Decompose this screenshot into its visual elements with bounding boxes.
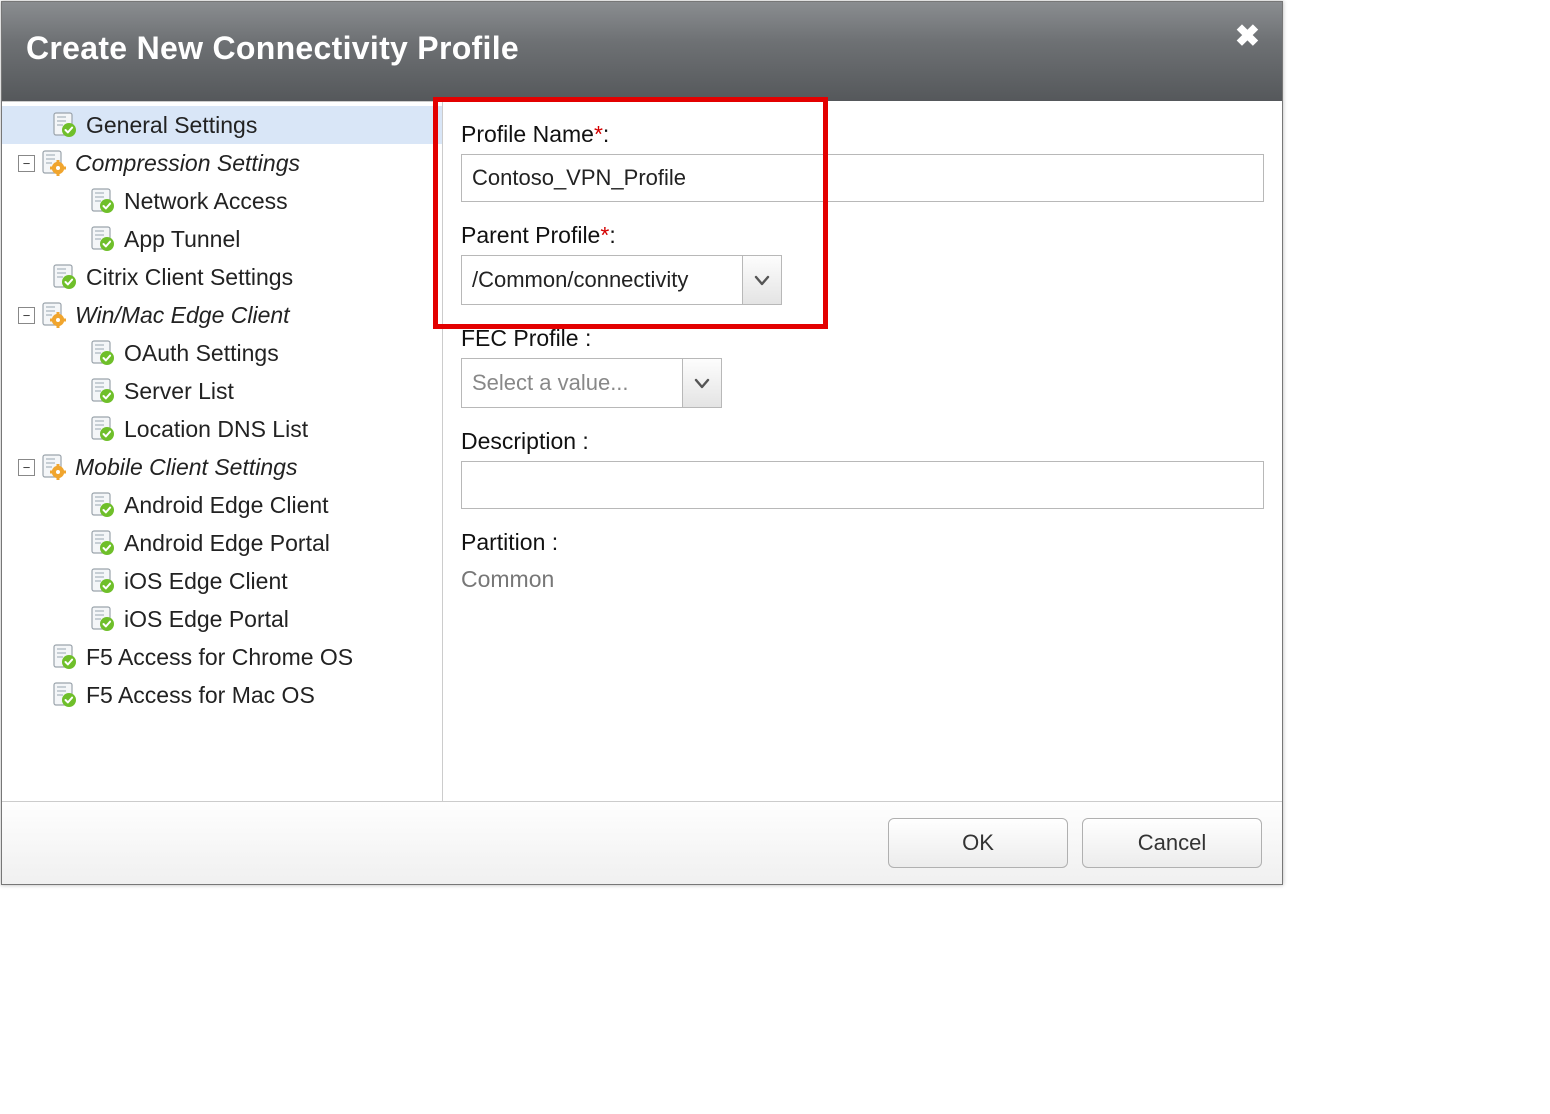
tree-item-network-access[interactable]: Network Access: [2, 182, 442, 220]
tree-item-label: F5 Access for Mac OS: [86, 682, 315, 709]
settings-tree: General Settings − Compression Settings Net…: [2, 101, 443, 801]
label-parent-profile: Parent Profile*:: [461, 222, 1264, 249]
label-partition: Partition :: [461, 529, 1264, 556]
page-gear-icon: [41, 454, 67, 480]
tree-item-android-edge-client[interactable]: Android Edge Client: [2, 486, 442, 524]
field-profile-name: Profile Name*:: [461, 121, 1264, 202]
page-check-icon: [90, 226, 116, 252]
tree-item-label: iOS Edge Portal: [124, 606, 289, 633]
tree-item-label: Network Access: [124, 188, 288, 215]
expander-icon[interactable]: −: [18, 307, 35, 324]
tree-item-label: Server List: [124, 378, 234, 405]
tree-item-label: Android Edge Portal: [124, 530, 330, 557]
tree-item-label: Win/Mac Edge Client: [75, 302, 290, 329]
tree-item-label: Compression Settings: [75, 150, 300, 177]
tree-item-mobile-client[interactable]: − Mobile Client Settings: [2, 448, 442, 486]
parent-profile-dropdown[interactable]: /Common/connectivity: [461, 255, 782, 305]
tree-item-general-settings[interactable]: General Settings: [2, 106, 442, 144]
expander-icon[interactable]: −: [18, 155, 35, 172]
page-gear-icon: [41, 150, 67, 176]
page-check-icon: [52, 112, 78, 138]
label-profile-name-text: Profile Name: [461, 121, 594, 147]
cancel-button[interactable]: Cancel: [1082, 818, 1262, 868]
tree-item-label: Location DNS List: [124, 416, 308, 443]
tree-item-app-tunnel[interactable]: App Tunnel: [2, 220, 442, 258]
page-check-icon: [90, 378, 116, 404]
profile-name-input[interactable]: [461, 154, 1264, 202]
tree-item-f5-mac[interactable]: F5 Access for Mac OS: [2, 676, 442, 714]
tree-item-ios-edge-portal[interactable]: iOS Edge Portal: [2, 600, 442, 638]
page-check-icon: [90, 188, 116, 214]
label-description: Description :: [461, 428, 1264, 455]
page-check-icon: [90, 416, 116, 442]
field-description: Description :: [461, 428, 1264, 509]
tree-item-label: App Tunnel: [124, 226, 240, 253]
label-fec-profile: FEC Profile :: [461, 325, 1264, 352]
chevron-down-icon[interactable]: [682, 359, 721, 407]
page-check-icon: [90, 568, 116, 594]
tree-item-f5-chrome[interactable]: F5 Access for Chrome OS: [2, 638, 442, 676]
field-fec-profile: FEC Profile : Select a value...: [461, 325, 1264, 408]
tree-item-compression-settings[interactable]: − Compression Settings: [2, 144, 442, 182]
dialog-header: Create New Connectivity Profile ✖: [2, 2, 1282, 101]
tree-item-winmac-edge[interactable]: − Win/Mac Edge Client: [2, 296, 442, 334]
page-check-icon: [90, 606, 116, 632]
dialog: Create New Connectivity Profile ✖ Genera…: [1, 1, 1283, 885]
tree-item-oauth-settings[interactable]: OAuth Settings: [2, 334, 442, 372]
tree-item-label: iOS Edge Client: [124, 568, 288, 595]
tree-item-label: OAuth Settings: [124, 340, 279, 367]
page-check-icon: [52, 682, 78, 708]
general-settings-panel: Profile Name*: Parent Profile*: /Common/…: [443, 101, 1282, 801]
ok-button[interactable]: OK: [888, 818, 1068, 868]
tree-item-location-dns[interactable]: Location DNS List: [2, 410, 442, 448]
page-check-icon: [90, 530, 116, 556]
tree-item-server-list[interactable]: Server List: [2, 372, 442, 410]
label-fec-profile-text: FEC Profile: [461, 325, 579, 351]
tree-item-label: F5 Access for Chrome OS: [86, 644, 353, 671]
page-check-icon: [52, 644, 78, 670]
parent-profile-value: /Common/connectivity: [462, 256, 742, 304]
partition-value: Common: [461, 562, 1264, 593]
tree-item-label: Citrix Client Settings: [86, 264, 293, 291]
fec-profile-dropdown[interactable]: Select a value...: [461, 358, 722, 408]
expander-icon[interactable]: −: [18, 459, 35, 476]
page-gear-icon: [41, 302, 67, 328]
field-partition: Partition : Common: [461, 529, 1264, 593]
dialog-footer: OK Cancel: [2, 801, 1282, 884]
dialog-body: General Settings − Compression Settings Net…: [2, 101, 1282, 801]
page-check-icon: [90, 340, 116, 366]
label-partition-text: Partition: [461, 529, 545, 555]
page-check-icon: [52, 264, 78, 290]
tree-item-label: Mobile Client Settings: [75, 454, 297, 481]
label-description-text: Description: [461, 428, 576, 454]
tree-item-label: Android Edge Client: [124, 492, 329, 519]
tree-item-citrix-client[interactable]: Citrix Client Settings: [2, 258, 442, 296]
tree-item-android-edge-portal[interactable]: Android Edge Portal: [2, 524, 442, 562]
chevron-down-icon[interactable]: [742, 256, 781, 304]
label-profile-name: Profile Name*:: [461, 121, 1264, 148]
fec-profile-placeholder: Select a value...: [462, 359, 682, 407]
page-check-icon: [90, 492, 116, 518]
description-input[interactable]: [461, 461, 1264, 509]
dialog-title: Create New Connectivity Profile: [26, 30, 1258, 67]
field-parent-profile: Parent Profile*: /Common/connectivity: [461, 222, 1264, 305]
close-icon[interactable]: ✖: [1235, 22, 1260, 52]
label-parent-profile-text: Parent Profile: [461, 222, 600, 248]
tree-item-ios-edge-client[interactable]: iOS Edge Client: [2, 562, 442, 600]
tree-item-label: General Settings: [86, 112, 257, 139]
